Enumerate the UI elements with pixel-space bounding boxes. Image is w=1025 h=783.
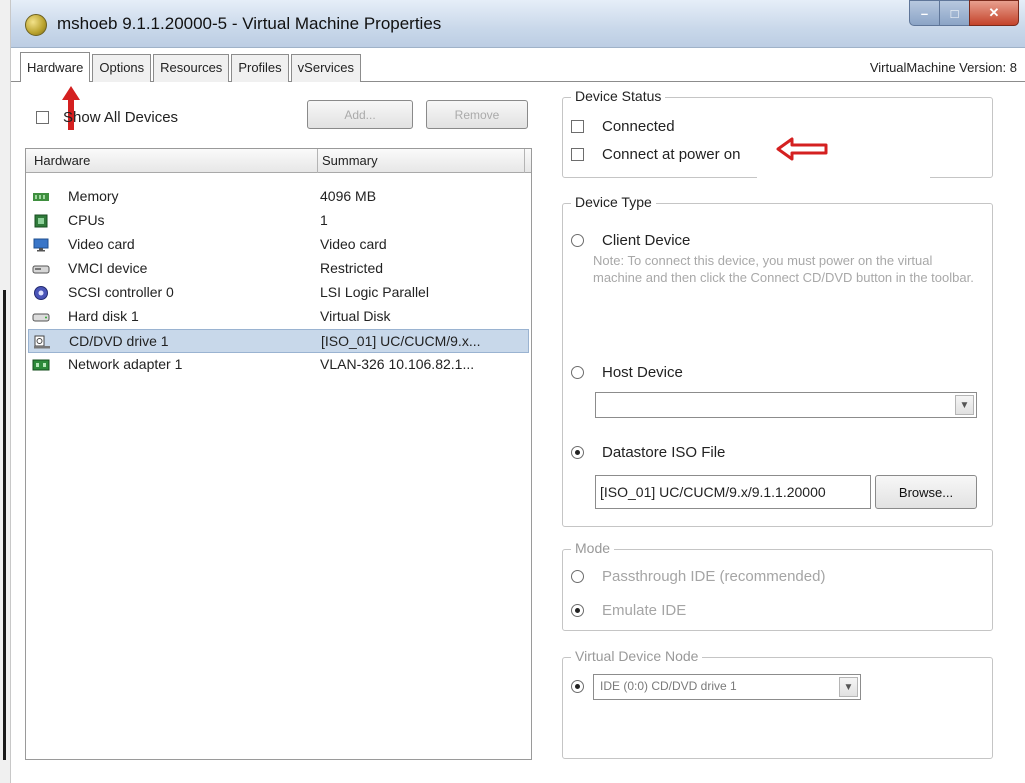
table-row[interactable]: Video card Video card	[28, 233, 529, 257]
passthrough-ide-radio[interactable]	[571, 570, 584, 583]
tab-vservices[interactable]: vServices	[290, 54, 362, 82]
table-row[interactable]: SCSI controller 0 LSI Logic Parallel	[28, 281, 529, 305]
column-separator	[524, 149, 525, 173]
row-summary: Restricted	[320, 260, 384, 276]
datastore-iso-radio[interactable]	[571, 446, 584, 459]
emulate-ide-radio[interactable]	[571, 604, 584, 617]
client-device-radio[interactable]	[571, 234, 584, 247]
client-device-note: Note: To connect this device, you must p…	[593, 253, 974, 285]
browse-button[interactable]: Browse...	[875, 475, 977, 509]
mode-group: Mode Passthrough IDE (recommended) Emula…	[562, 540, 993, 631]
mode-legend: Mode	[571, 540, 615, 556]
row-name: VMCI device	[68, 260, 148, 276]
host-device-option[interactable]: Host Device	[571, 364, 683, 381]
device-icon	[32, 265, 50, 274]
row-summary: Virtual Disk	[320, 308, 391, 324]
client-device-label: Client Device	[602, 232, 691, 249]
chevron-down-icon[interactable]: ▼	[955, 395, 974, 415]
connect-at-power-on-label: Connect at power on	[602, 146, 741, 163]
minimize-button[interactable]: –	[909, 0, 939, 26]
cd-icon	[34, 335, 50, 349]
annotation-left-arrow-icon	[776, 137, 828, 161]
vm-app-icon	[25, 14, 47, 36]
scsi-icon	[34, 286, 48, 300]
row-name: CD/DVD drive 1	[69, 333, 169, 349]
table-row[interactable]: Hard disk 1 Virtual Disk	[28, 305, 529, 329]
disk-icon	[32, 313, 50, 322]
datastore-iso-path-value: [ISO_01] UC/CUCM/9.x/9.1.1.20000	[600, 484, 826, 500]
row-summary: 4096 MB	[320, 188, 377, 204]
row-name: CPUs	[68, 212, 105, 228]
row-summary: LSI Logic Parallel	[320, 284, 429, 300]
row-name: Memory	[68, 188, 119, 204]
close-button[interactable]: ✕	[969, 0, 1019, 26]
row-name: SCSI controller 0	[68, 284, 174, 300]
hardware-list: Hardware Summary Memory 4096 MB CPUs 1 V…	[25, 148, 532, 760]
virtual-device-node-select[interactable]: IDE (0:0) CD/DVD drive 1 ▼	[593, 674, 861, 700]
host-device-select[interactable]: ▼	[595, 392, 977, 418]
tab-strip: Hardware Options Resources Profiles vSer…	[20, 52, 363, 82]
device-type-group: Device Type Client Device Note: To conne…	[562, 194, 993, 527]
datastore-iso-label: Datastore ISO File	[602, 444, 726, 461]
monitor-icon	[33, 238, 49, 252]
tab-options[interactable]: Options	[92, 54, 152, 82]
emulate-ide-option[interactable]: Emulate IDE	[571, 602, 686, 619]
vm-version-label: VirtualMachine Version: 8	[869, 60, 1017, 75]
network-icon	[32, 359, 50, 371]
table-row[interactable]: Memory 4096 MB	[28, 185, 529, 209]
row-name: Hard disk 1	[68, 308, 139, 324]
show-all-devices-checkbox[interactable]	[36, 111, 49, 124]
window-title: mshoeb 9.1.1.20000-5 - Virtual Machine P…	[57, 14, 442, 33]
emulate-ide-label: Emulate IDE	[602, 602, 687, 619]
host-device-radio[interactable]	[571, 366, 584, 379]
datastore-iso-path-field[interactable]: [ISO_01] UC/CUCM/9.x/9.1.1.20000	[595, 475, 871, 509]
virtual-device-node-legend: Virtual Device Node	[571, 648, 703, 664]
title-bar: mshoeb 9.1.1.20000-5 - Virtual Machine P…	[11, 0, 1025, 48]
row-summary: 1	[320, 212, 328, 228]
remove-button[interactable]: Remove	[426, 100, 528, 129]
passthrough-ide-label: Passthrough IDE (recommended)	[602, 568, 826, 585]
row-summary: VLAN-326 10.106.82.1...	[320, 356, 475, 372]
edge-marker	[3, 290, 6, 760]
client-device-option[interactable]: Client Device	[571, 232, 690, 249]
device-type-legend: Device Type	[571, 194, 656, 210]
show-all-devices[interactable]: Show All Devices	[36, 109, 178, 126]
tab-hardware[interactable]: Hardware	[20, 52, 91, 82]
virtual-device-node-value: IDE (0:0) CD/DVD drive 1	[600, 679, 737, 693]
column-header-summary[interactable]: Summary	[322, 153, 378, 168]
virtual-device-node-radio[interactable]	[571, 680, 584, 693]
connected-checkbox[interactable]	[571, 120, 584, 133]
passthrough-ide-option[interactable]: Passthrough IDE (recommended)	[571, 568, 825, 585]
connected-label: Connected	[602, 118, 675, 135]
tab-resources[interactable]: Resources	[153, 54, 230, 82]
tab-profiles[interactable]: Profiles	[231, 54, 289, 82]
device-status-legend: Device Status	[571, 88, 666, 104]
hardware-list-header: Hardware Summary	[26, 149, 531, 173]
window-controls: – □ ✕	[909, 0, 1019, 26]
maximize-button[interactable]: □	[939, 0, 969, 26]
memory-icon	[33, 193, 49, 201]
virtual-device-node-group: Virtual Device Node IDE (0:0) CD/DVD dri…	[562, 648, 993, 759]
host-device-label: Host Device	[602, 364, 683, 381]
row-name: Video card	[68, 236, 135, 252]
show-all-devices-label: Show All Devices	[63, 109, 179, 126]
connected-option[interactable]: Connected	[571, 118, 675, 135]
virtual-device-node-row	[571, 680, 584, 693]
table-row-selected[interactable]: CD/DVD drive 1 [ISO_01] UC/CUCM/9.x...	[28, 329, 529, 353]
row-name: Network adapter 1	[68, 356, 183, 372]
column-separator	[317, 149, 318, 173]
connect-at-power-on-checkbox[interactable]	[571, 148, 584, 161]
table-row[interactable]: VMCI device Restricted	[28, 257, 529, 281]
row-summary: [ISO_01] UC/CUCM/9.x...	[321, 333, 481, 349]
row-summary: Video card	[320, 236, 387, 252]
add-button[interactable]: Add...	[307, 100, 413, 129]
cpu-icon	[34, 214, 48, 228]
chevron-down-icon[interactable]: ▼	[839, 677, 858, 697]
table-row[interactable]: Network adapter 1 VLAN-326 10.106.82.1..…	[28, 353, 529, 377]
left-edge-strip	[0, 0, 11, 783]
table-row[interactable]: CPUs 1	[28, 209, 529, 233]
datastore-iso-option[interactable]: Datastore ISO File	[571, 444, 725, 461]
column-header-hardware[interactable]: Hardware	[34, 153, 90, 168]
connect-at-power-on-option[interactable]: Connect at power on	[571, 146, 740, 163]
